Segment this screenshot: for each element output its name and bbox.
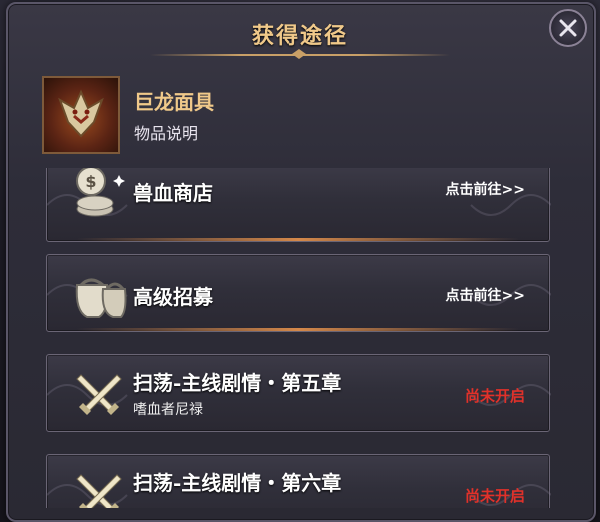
locked-status: 尚未开启 [464, 487, 525, 505]
source-subtitle: 嗜血者尼禄 [133, 402, 203, 418]
source-title: 扫荡-主线剧情・第五章 [133, 371, 342, 395]
svg-text:$: $ [85, 172, 96, 191]
item-name: 巨龙面具 [134, 90, 214, 114]
dragon-mask-icon [42, 76, 120, 154]
crossed-swords-icon [76, 374, 122, 415]
row-highlight [77, 238, 519, 241]
crossed-swords-icon [76, 474, 122, 508]
go-to-link[interactable]: 点击前往>> [446, 285, 525, 305]
dialog-title: 获得途径 [251, 23, 348, 49]
recruit-bag-icon [75, 278, 127, 318]
source-row-sweep-chapter-6[interactable]: 扫荡-主线剧情・第六章 尚未开启 [46, 454, 551, 508]
locked-status: 尚未开启 [464, 387, 525, 405]
source-title: 扫荡-主线剧情・第六章 [133, 471, 342, 495]
item-description: 物品说明 [134, 124, 199, 143]
go-to-link[interactable]: 点击前往>> [446, 179, 525, 199]
source-row-sweep-chapter-5[interactable]: 扫荡-主线剧情・第五章 嗜血者尼禄 尚未开启 [46, 354, 551, 432]
source-row-shop[interactable]: $ 兽血商店 点击前往>> [46, 168, 551, 242]
title-ornament-icon [292, 49, 306, 59]
close-button[interactable] [549, 9, 587, 47]
source-row-recruit[interactable]: 高级招募 点击前往>> [46, 254, 551, 332]
close-icon [559, 19, 577, 37]
coin-stack-icon: $ [76, 168, 125, 217]
source-list[interactable]: $ 兽血商店 点击前往>> 高级招募 点击前往>> 扫荡-主线剧情・第五章 嗜血… [36, 168, 566, 508]
source-title: 高级招募 [133, 285, 213, 309]
item-summary: 巨龙面具 物品说明 [42, 76, 342, 156]
dialog-header: 获得途径 [150, 10, 450, 59]
source-title: 兽血商店 [133, 181, 213, 205]
row-highlight [77, 328, 519, 331]
